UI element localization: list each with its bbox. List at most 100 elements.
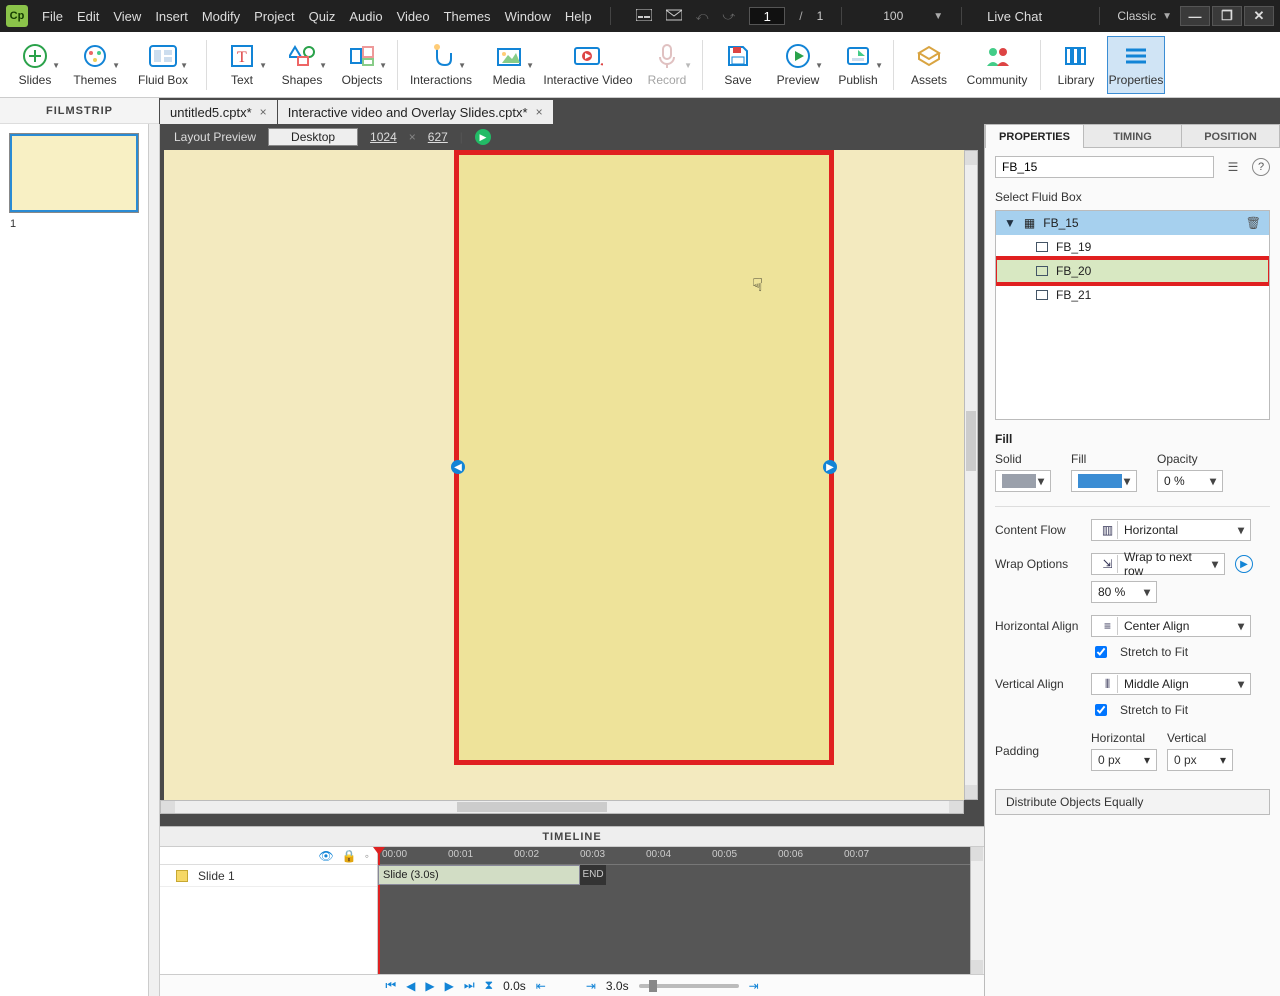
step-fwd-icon[interactable]: ▶ [445,979,454,993]
resize-handle-left[interactable]: ◀ [451,460,465,474]
ribbon-save-button[interactable]: Save [709,36,767,94]
menu-file[interactable]: File [42,9,63,24]
help-icon[interactable]: ? [1252,158,1270,176]
menu-window[interactable]: Window [505,9,551,24]
trash-icon[interactable]: 🗑 [1246,216,1261,230]
stage-vscrollbar[interactable] [964,150,978,800]
tree-child-1[interactable]: FB_20 [996,259,1269,283]
scroll-up-icon[interactable] [971,847,983,861]
valign-dropdown[interactable]: ⫴ Middle Align ▾ [1091,673,1251,695]
bracket-start-icon[interactable]: ⇤ [536,979,546,993]
doc-tab-0[interactable]: untitled5.cptx* × [160,100,277,124]
workspace-label[interactable]: Classic [1117,9,1156,23]
content-flow-dropdown[interactable]: ▥ Horizontal ▾ [1091,519,1251,541]
ribbon-themes-button[interactable]: ▼ Themes [66,36,124,94]
selected-fluid-box-highlight[interactable]: ◀ ▶ [454,150,834,765]
ribbon-fluidbox-button[interactable]: ▼ Fluid Box [126,36,200,94]
ribbon-publish-button[interactable]: ▼ Publish [829,36,887,94]
timeline-zoom-slider[interactable] [639,984,739,988]
menu-help[interactable]: Help [565,9,592,24]
ribbon-slides-button[interactable]: ▼ Slides [6,36,64,94]
vscroll-thumb[interactable] [966,411,976,471]
filmstrip-scrollbar[interactable] [148,124,159,996]
ribbon-objects-button[interactable]: ▼ Objects [333,36,391,94]
ribbon-record-button[interactable]: ▼ Record [638,36,696,94]
scroll-down-icon[interactable] [971,960,983,974]
go-start-icon[interactable]: ⏮ [385,978,396,993]
scroll-up-icon[interactable] [965,151,977,165]
tab-timing[interactable]: TIMING [1084,124,1182,148]
live-chat-button[interactable]: Live Chat [987,9,1042,24]
timeline-header[interactable]: TIMELINE [160,827,984,847]
tree-root[interactable]: ▼ ▦ FB_15 🗑 [996,211,1269,235]
hscroll-thumb[interactable] [457,802,607,812]
ribbon-community-button[interactable]: Community [960,36,1034,94]
preview-play-icon[interactable]: ▶ [475,129,491,145]
menu-quiz[interactable]: Quiz [309,9,336,24]
lock-icon[interactable]: 🔒 [342,849,357,863]
ribbon-media-button[interactable]: ▼ Media [480,36,538,94]
wrap-preview-icon[interactable]: ▶ [1235,555,1253,573]
object-name-input[interactable] [995,156,1214,178]
tab-properties[interactable]: PROPERTIES [985,124,1084,148]
menu-project[interactable]: Project [254,9,294,24]
window-minimize-button[interactable]: — [1180,6,1210,26]
menu-modify[interactable]: Modify [202,9,240,24]
fill-color-dropdown[interactable]: ▾ [1071,470,1137,492]
menu-view[interactable]: View [113,9,141,24]
dot-icon[interactable]: ◦ [365,849,369,863]
ribbon-text-button[interactable]: T▼ Text [213,36,271,94]
scroll-left-icon[interactable] [161,801,175,813]
menu-themes[interactable]: Themes [444,9,491,24]
menu-audio[interactable]: Audio [349,9,382,24]
ribbon-interactive-video-button[interactable]: Interactive Video [540,36,636,94]
doc-tab-1[interactable]: Interactive video and Overlay Slides.cpt… [278,100,553,124]
opacity-dropdown[interactable]: 0 % ▾ [1157,470,1223,492]
padding-v-input[interactable]: 0 px ▾ [1167,749,1233,771]
redo-icon[interactable]: ⤻ [722,9,735,24]
close-icon[interactable]: × [536,105,543,119]
ribbon-properties-button[interactable]: Properties [1107,36,1165,94]
stretch-v-checkbox[interactable] [1095,704,1107,716]
tree-child-2[interactable]: FB_21 [996,283,1269,307]
device-dropdown[interactable]: Desktop [268,128,358,146]
wrap-options-dropdown[interactable]: ⇲ Wrap to next row ▾ [1091,553,1225,575]
slide-canvas[interactable]: ◀ ▶ ☟ [164,150,964,800]
solid-dropdown[interactable]: ▾ [995,470,1051,492]
stage-hscrollbar[interactable] [160,800,964,814]
scroll-down-icon[interactable] [965,785,977,799]
timeline-ruler[interactable]: 00:00 00:01 00:02 00:03 00:04 00:05 00:0… [378,847,984,865]
track-row-slide1[interactable]: Slide 1 [160,865,377,887]
ribbon-preview-button[interactable]: ▼ Preview [769,36,827,94]
padding-h-input[interactable]: 0 px ▾ [1091,749,1157,771]
menu-video[interactable]: Video [397,9,430,24]
step-back-icon[interactable]: ◀ [406,979,415,993]
stretch-h-checkbox[interactable] [1095,646,1107,658]
options-menu-icon[interactable]: ☰ [1224,158,1242,176]
captions-icon[interactable] [636,9,652,23]
stage-width[interactable]: 1024 [370,130,397,144]
zoom-dropdown-icon[interactable]: ▼ [933,11,943,22]
workspace-dropdown-icon[interactable]: ▼ [1162,11,1172,22]
undo-icon[interactable]: ⤺ [696,9,709,24]
tab-position[interactable]: POSITION [1182,124,1280,148]
slide-thumbnail-1[interactable]: 1 [0,124,148,996]
timeline-clip[interactable]: Slide (3.0s) [378,865,580,885]
menu-insert[interactable]: Insert [155,9,188,24]
mail-icon[interactable] [666,9,682,23]
timeline-vscrollbar[interactable] [970,847,984,974]
ribbon-assets-button[interactable]: Assets [900,36,958,94]
resize-handle-right[interactable]: ▶ [823,460,837,474]
menu-edit[interactable]: Edit [77,9,99,24]
bracket-end-icon[interactable]: ⇥ [586,979,596,993]
window-restore-button[interactable]: ❐ [1212,6,1242,26]
distribute-objects-button[interactable]: Distribute Objects Equally [995,789,1270,815]
zoom-level[interactable]: 100 [867,9,919,23]
timeline-track-area[interactable]: 00:00 00:01 00:02 00:03 00:04 00:05 00:0… [378,847,984,974]
stage-height[interactable]: 627 [428,130,448,144]
tree-child-0[interactable]: FB_19 [996,235,1269,259]
ribbon-shapes-button[interactable]: ▼ Shapes [273,36,331,94]
wrap-percent-dropdown[interactable]: 80 % ▾ [1091,581,1157,603]
ribbon-library-button[interactable]: Library [1047,36,1105,94]
go-end-icon[interactable]: ⏭ [464,978,475,993]
